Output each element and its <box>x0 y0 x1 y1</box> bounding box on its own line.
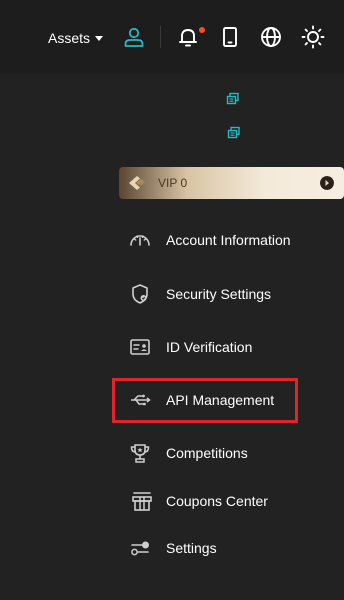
notification-dot <box>199 27 205 33</box>
chevron-right-icon[interactable] <box>320 176 334 190</box>
user-icon[interactable] <box>122 25 146 49</box>
menu-item-label: Account Information <box>166 232 291 248</box>
menu-item-settings[interactable]: Settings <box>128 534 328 562</box>
globe-icon[interactable] <box>259 25 283 49</box>
gauge-icon <box>130 235 150 246</box>
theme-sun-icon[interactable] <box>301 25 325 49</box>
vip-banner[interactable]: VIP 0 <box>119 167 344 199</box>
assets-label: Assets <box>48 30 91 46</box>
top-bar: Assets <box>0 0 344 74</box>
trophy-icon <box>130 444 150 463</box>
vip-badge-icon <box>129 176 145 190</box>
menu-item-label: Competitions <box>166 445 248 461</box>
menu-item-label: Settings <box>166 540 217 556</box>
header-divider <box>160 26 161 48</box>
vip-level-label: VIP 0 <box>158 176 188 190</box>
toggle-settings-icon <box>131 541 149 556</box>
copy-icon[interactable] <box>227 126 241 140</box>
gift-icon <box>132 492 152 511</box>
menu-item-label: Security Settings <box>166 286 272 302</box>
menu-item-account-information[interactable]: Account Information <box>128 226 328 254</box>
bell-icon[interactable] <box>176 25 200 49</box>
mobile-icon[interactable] <box>218 25 242 49</box>
highlight-box <box>112 378 298 423</box>
id-card-icon <box>130 339 150 355</box>
assets-dropdown[interactable]: Assets <box>48 27 104 49</box>
menu-item-coupons-center[interactable]: Coupons Center <box>130 487 330 515</box>
menu-item-competitions[interactable]: Competitions <box>128 439 328 467</box>
menu-item-security-settings[interactable]: Security Settings <box>128 280 328 308</box>
chevron-down-icon <box>95 36 104 41</box>
copy-icon[interactable] <box>226 92 240 106</box>
menu-item-label: Coupons Center <box>166 493 268 509</box>
shield-icon <box>132 284 148 304</box>
menu-item-id-verification[interactable]: ID Verification <box>128 333 328 361</box>
menu-item-label: ID Verification <box>166 339 253 355</box>
